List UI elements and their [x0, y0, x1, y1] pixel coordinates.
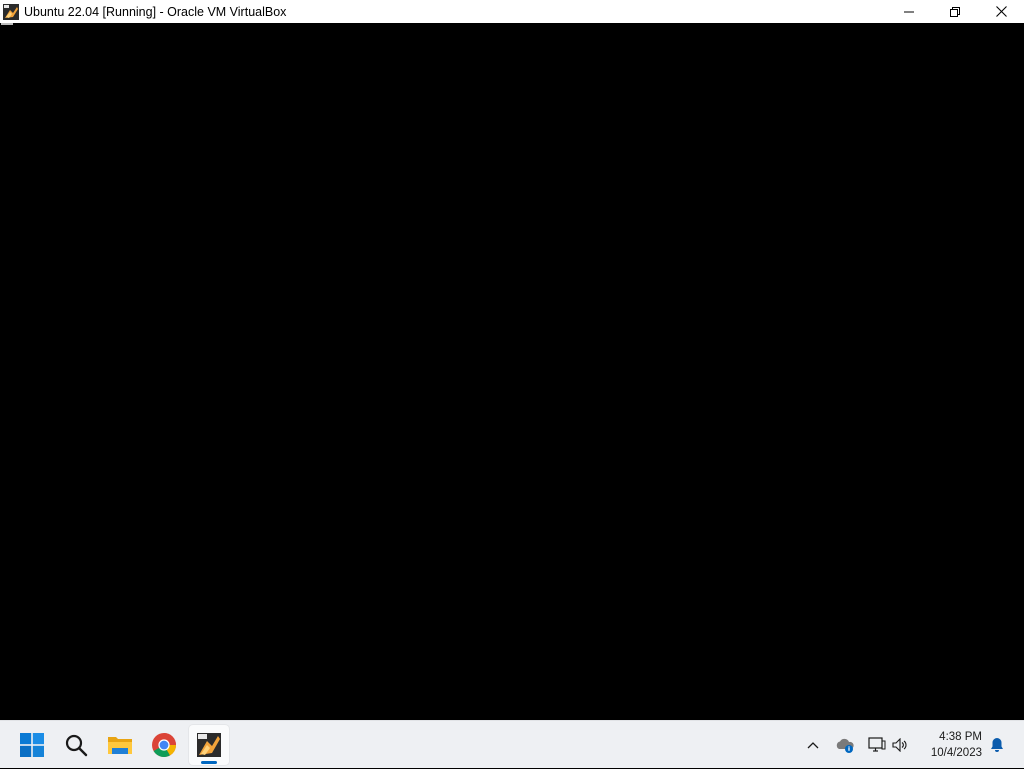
onedrive-icon — [836, 738, 854, 753]
network-icon — [868, 737, 886, 752]
close-button[interactable] — [978, 0, 1024, 23]
vm-display[interactable] — [0, 23, 1024, 720]
taskbar-clock[interactable]: 4:38 PM 10/4/2023 — [931, 729, 982, 761]
virtualbox-taskbar-button[interactable] — [189, 725, 229, 765]
file-explorer-button[interactable] — [100, 725, 140, 765]
chevron-up-icon — [807, 742, 819, 749]
active-app-indicator — [201, 761, 217, 764]
onedrive-tray-button[interactable] — [833, 721, 857, 769]
chrome-icon — [152, 733, 176, 758]
text-cursor — [1, 23, 13, 25]
window-title: Ubuntu 22.04 [Running] - Oracle VM Virtu… — [24, 4, 287, 19]
virtualbox-app-icon[interactable] — [3, 3, 19, 20]
clock-date: 10/4/2023 — [930, 747, 982, 759]
clock-time: 4:38 PM — [939, 731, 982, 743]
restore-icon — [950, 6, 960, 17]
chrome-button[interactable] — [144, 725, 184, 765]
show-hidden-icons-button[interactable] — [803, 721, 823, 769]
volume-icon — [892, 738, 907, 752]
minimize-icon — [904, 11, 914, 12]
start-button[interactable] — [12, 725, 52, 765]
search-button[interactable] — [56, 725, 96, 765]
volume-tray-button[interactable] — [890, 721, 910, 769]
network-tray-button[interactable] — [865, 721, 889, 769]
windows-start-icon — [20, 733, 44, 757]
file-explorer-icon — [108, 737, 132, 754]
notification-center-button[interactable] — [986, 721, 1008, 769]
virtualbox-icon — [197, 733, 221, 757]
taskbar: 4:38 PM 10/4/2023 — [0, 720, 1024, 768]
close-icon — [995, 6, 1007, 17]
window-title-bar[interactable]: Ubuntu 22.04 [Running] - Oracle VM Virtu… — [0, 0, 1024, 23]
restore-button[interactable] — [932, 0, 978, 23]
notification-bell-icon — [991, 738, 1003, 752]
search-icon — [65, 734, 88, 757]
minimize-button[interactable] — [886, 0, 932, 23]
